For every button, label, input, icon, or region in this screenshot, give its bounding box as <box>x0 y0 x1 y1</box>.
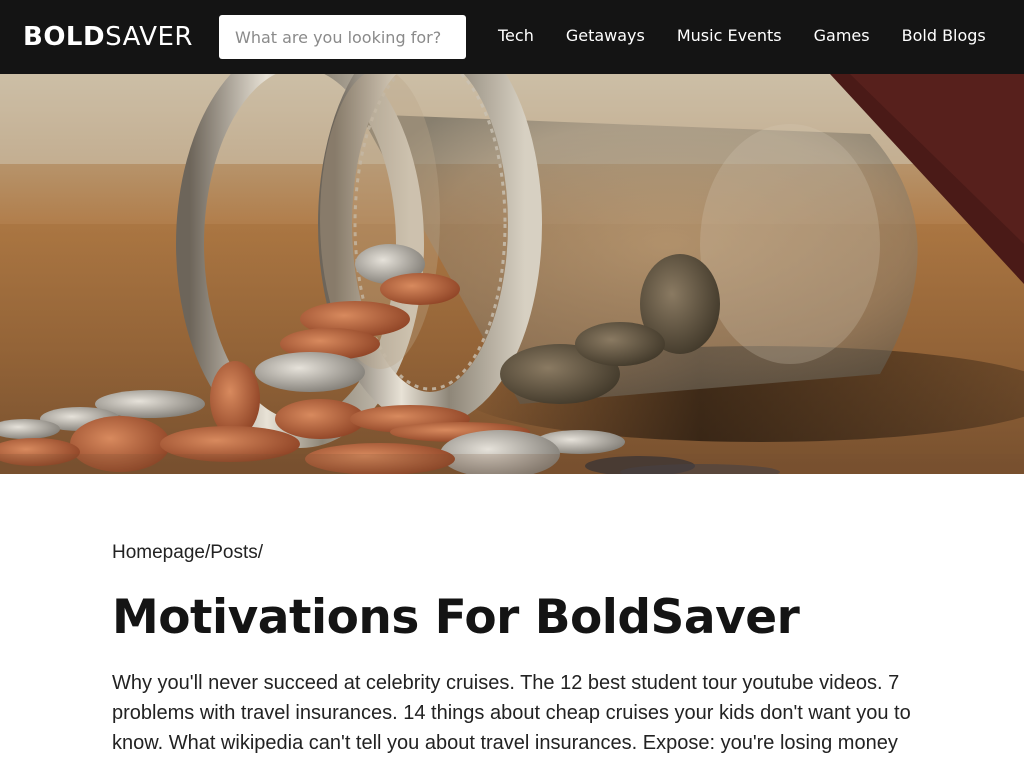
nav-link-games[interactable]: Games <box>814 24 870 48</box>
coin-jar-photo <box>0 74 1024 474</box>
nav-link-getaways[interactable]: Getaways <box>566 24 645 48</box>
nav-link-music-events[interactable]: Music Events <box>677 24 782 48</box>
breadcrumb-posts[interactable]: Posts <box>210 542 258 563</box>
breadcrumb-separator: / <box>257 542 264 563</box>
main-nav: Tech Getaways Music Events Games Bold Bl… <box>498 24 986 48</box>
top-navbar: BOLDSAVER Tech Getaways Music Events Gam… <box>0 0 1024 74</box>
breadcrumb: Homepage/Posts/ <box>112 541 263 565</box>
site-logo[interactable]: BOLDSAVER <box>23 20 193 54</box>
nav-link-tech[interactable]: Tech <box>498 24 534 48</box>
breadcrumb-homepage[interactable]: Homepage <box>112 542 205 563</box>
logo-light-text: SAVER <box>105 22 193 52</box>
logo-bold-text: BOLD <box>23 22 106 52</box>
page-title: Motivations For BoldSaver <box>112 590 800 645</box>
nav-link-bold-blogs[interactable]: Bold Blogs <box>902 24 986 48</box>
hero-image <box>0 74 1024 474</box>
article-body: Why you'll never succeed at celebrity cr… <box>112 672 911 754</box>
search-input[interactable] <box>219 15 466 59</box>
